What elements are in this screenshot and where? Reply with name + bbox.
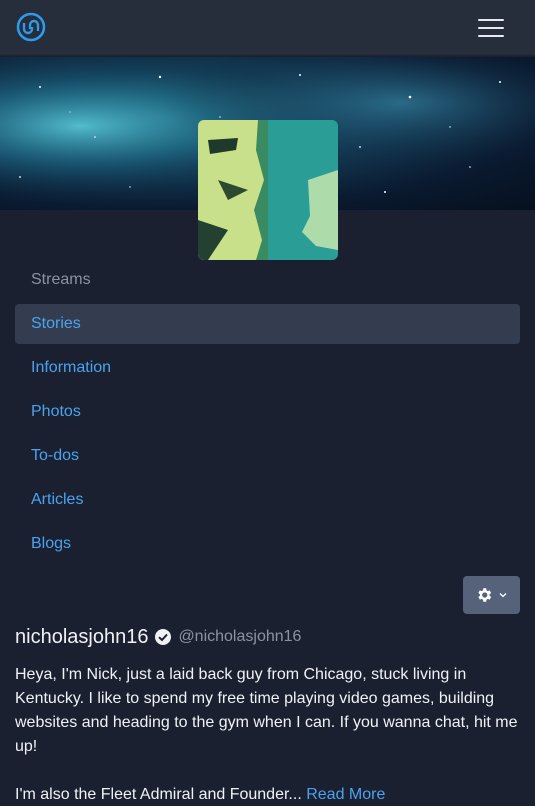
profile-section-nav: Streams Stories Information Photos To-do… [15,260,520,568]
top-navbar [0,0,535,56]
chevron-down-icon [499,593,507,598]
hamburger-menu-icon[interactable] [474,14,508,42]
read-more-link[interactable]: Read More [306,786,385,803]
profile-handle: @nicholasjohn16 [178,628,302,645]
nav-item-blogs[interactable]: Blogs [15,524,520,564]
gear-icon [478,588,492,602]
verified-check-icon [155,629,172,645]
profile-avatar[interactable] [198,120,338,260]
nav-item-photos[interactable]: Photos [15,392,520,432]
profile-display-name: nicholasjohn16 [15,625,149,648]
profile-bio: Heya, I'm Nick, just a laid back guy fro… [15,666,518,755]
profile-name-row: nicholasjohn16 @nicholasjohn16 [15,622,301,652]
profile-bio-more: I'm also the Fleet Admiral and Founder..… [15,783,523,806]
nav-item-todos[interactable]: To-dos [15,436,520,476]
nav-item-stories[interactable]: Stories [15,304,520,344]
unstoppable-logo-icon[interactable] [16,12,46,42]
profile-bio-excerpt: I'm also the Fleet Admiral and Founder..… [15,786,302,803]
nav-item-articles[interactable]: Articles [15,480,520,520]
nav-item-information[interactable]: Information [15,348,520,388]
settings-dropdown-button[interactable] [463,576,520,614]
nav-item-streams[interactable]: Streams [15,260,520,300]
